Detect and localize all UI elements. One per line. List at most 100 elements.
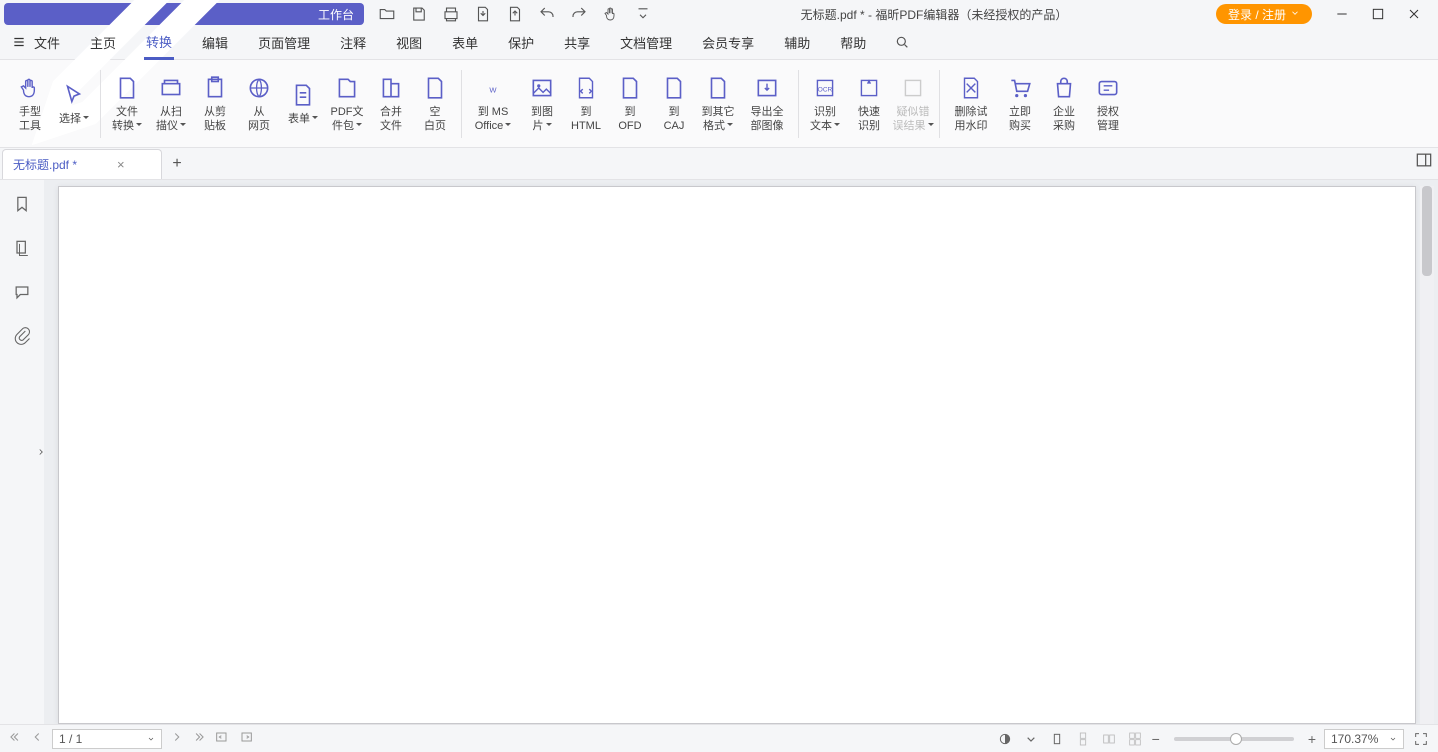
menu-help[interactable]: 帮助 bbox=[838, 29, 868, 58]
file-convert-button[interactable]: 文件 转换 bbox=[105, 64, 149, 144]
pdf-package-button[interactable]: PDF文 件包 bbox=[325, 64, 369, 144]
add-tab-button[interactable]: + bbox=[162, 149, 192, 179]
to-caj-button[interactable]: 到 CAJ bbox=[652, 64, 696, 144]
zoom-input[interactable]: 170.37% bbox=[1324, 729, 1404, 749]
close-icon[interactable] bbox=[1406, 6, 1422, 22]
suspect-result-button: 疑似错 误结果 bbox=[891, 64, 935, 144]
menu-docmanage[interactable]: 文档管理 bbox=[618, 29, 674, 58]
caret-down-icon[interactable] bbox=[1022, 731, 1040, 747]
window-title: 无标题.pdf * - 福昕PDF编辑器（未经授权的产品） bbox=[652, 6, 1216, 23]
menu-view[interactable]: 视图 bbox=[394, 29, 424, 58]
prev-page-icon[interactable] bbox=[30, 730, 44, 747]
titlebar: 工作台 无标题.pdf * - 福昕PDF编辑器（未经授权的产品） 登录 / 注… bbox=[0, 0, 1438, 28]
to-msoffice-button[interactable]: W到 MS Office bbox=[466, 64, 520, 144]
nav-forward-icon[interactable] bbox=[238, 729, 254, 748]
menu-edit[interactable]: 编辑 bbox=[200, 29, 230, 58]
workspace-label: 工作台 bbox=[318, 6, 354, 23]
watermark-icon bbox=[958, 75, 984, 101]
attachment-icon[interactable] bbox=[12, 326, 32, 346]
comments-icon[interactable] bbox=[12, 282, 32, 302]
panel-toggle-icon[interactable] bbox=[1414, 150, 1434, 170]
hand-tool-button[interactable]: 手型 工具 bbox=[8, 64, 52, 144]
login-button[interactable]: 登录 / 注册 bbox=[1216, 4, 1312, 24]
fullscreen-icon[interactable] bbox=[1412, 731, 1430, 747]
form-button[interactable]: 表单 bbox=[281, 64, 325, 144]
ribbon-separator bbox=[939, 70, 940, 138]
last-page-icon[interactable] bbox=[192, 730, 206, 747]
print-icon[interactable] bbox=[442, 5, 460, 23]
menu-share[interactable]: 共享 bbox=[562, 29, 592, 58]
dropdown-caret-icon[interactable] bbox=[147, 732, 155, 746]
buy-now-label: 立即 购买 bbox=[1009, 105, 1031, 133]
undo-icon[interactable] bbox=[538, 5, 556, 23]
search-icon[interactable] bbox=[894, 34, 910, 53]
menu-vip[interactable]: 会员专享 bbox=[700, 29, 756, 58]
facing-page-icon[interactable] bbox=[1100, 731, 1118, 747]
remove-watermark-button[interactable]: 删除试 用水印 bbox=[944, 64, 998, 144]
zoom-in-icon[interactable]: + bbox=[1308, 731, 1316, 747]
single-page-icon[interactable] bbox=[1048, 731, 1066, 747]
from-clipboard-button[interactable]: 从剪 贴板 bbox=[193, 64, 237, 144]
ocr-text-label: 识别 文本 bbox=[810, 105, 840, 133]
quick-ocr-button[interactable]: 快速 识别 bbox=[847, 64, 891, 144]
zoom-caret-icon[interactable] bbox=[1389, 732, 1397, 746]
next-page-icon[interactable] bbox=[170, 730, 184, 747]
menu-form[interactable]: 表单 bbox=[450, 29, 480, 58]
document-tab[interactable]: 无标题.pdf * × bbox=[2, 149, 162, 179]
redo-icon[interactable] bbox=[570, 5, 588, 23]
continuous-facing-icon[interactable] bbox=[1126, 731, 1144, 747]
save-icon[interactable] bbox=[410, 5, 428, 23]
minimize-icon[interactable] bbox=[1334, 6, 1350, 22]
scrollbar-thumb[interactable] bbox=[1422, 186, 1432, 276]
to-image-button[interactable]: 到图 片 bbox=[520, 64, 564, 144]
menu-comment[interactable]: 注释 bbox=[338, 29, 368, 58]
pages-icon[interactable] bbox=[12, 238, 32, 258]
open-icon[interactable] bbox=[378, 5, 396, 23]
first-page-icon[interactable] bbox=[8, 730, 22, 747]
menu-convert[interactable]: 转换 bbox=[144, 28, 174, 60]
zoom-slider[interactable] bbox=[1174, 737, 1294, 741]
to-html-button[interactable]: 到 HTML bbox=[564, 64, 608, 144]
menu-assist[interactable]: 辅助 bbox=[782, 29, 812, 58]
menu-page[interactable]: 页面管理 bbox=[256, 29, 312, 58]
clipboard-icon bbox=[202, 75, 228, 101]
blank-page-label: 空 白页 bbox=[424, 105, 446, 133]
expand-handle-icon[interactable] bbox=[36, 442, 46, 462]
ocr-text-button[interactable]: OCR识别 文本 bbox=[803, 64, 847, 144]
enterprise-button[interactable]: 企业 采购 bbox=[1042, 64, 1086, 144]
page-input[interactable]: 1 / 1 bbox=[52, 729, 162, 749]
document-tabbar: 无标题.pdf * × + bbox=[0, 148, 1438, 180]
continuous-page-icon[interactable] bbox=[1074, 731, 1092, 747]
export-all-images-button[interactable]: 导出全 部图像 bbox=[740, 64, 794, 144]
import-icon[interactable] bbox=[506, 5, 524, 23]
image-icon bbox=[529, 75, 555, 101]
maximize-icon[interactable] bbox=[1370, 6, 1386, 22]
qat-dropdown-icon[interactable] bbox=[634, 5, 652, 23]
zoom-out-icon[interactable]: − bbox=[1152, 731, 1160, 747]
vertical-scrollbar[interactable] bbox=[1420, 186, 1434, 724]
buy-now-button[interactable]: 立即 购买 bbox=[998, 64, 1042, 144]
menu-home[interactable]: 主页 bbox=[88, 29, 118, 58]
merge-button[interactable]: 合并 文件 bbox=[369, 64, 413, 144]
license-manage-button[interactable]: 授权 管理 bbox=[1086, 64, 1130, 144]
from-web-button[interactable]: 从 网页 bbox=[237, 64, 281, 144]
hand-drop-icon[interactable] bbox=[602, 5, 620, 23]
document-page[interactable] bbox=[58, 186, 1416, 724]
from-scanner-button[interactable]: 从扫 描仪 bbox=[149, 64, 193, 144]
workspace-button[interactable]: 工作台 bbox=[4, 3, 364, 25]
export-icon[interactable] bbox=[474, 5, 492, 23]
zoom-slider-thumb[interactable] bbox=[1230, 733, 1242, 745]
nav-back-icon[interactable] bbox=[214, 729, 230, 748]
bookmark-icon[interactable] bbox=[12, 194, 32, 214]
suspect-icon bbox=[900, 75, 926, 101]
tab-close-icon[interactable]: × bbox=[117, 157, 125, 172]
to-ofd-button[interactable]: 到 OFD bbox=[608, 64, 652, 144]
hamburger-icon bbox=[12, 35, 26, 52]
select-button[interactable]: 选择 bbox=[52, 64, 96, 144]
menu-protect[interactable]: 保护 bbox=[506, 29, 536, 58]
from-scanner-label: 从扫 描仪 bbox=[156, 105, 186, 133]
blank-page-button[interactable]: 空 白页 bbox=[413, 64, 457, 144]
color-mode-icon[interactable] bbox=[996, 731, 1014, 747]
menu-file[interactable]: 文件 bbox=[12, 29, 62, 58]
to-other-button[interactable]: 到其它 格式 bbox=[696, 64, 740, 144]
